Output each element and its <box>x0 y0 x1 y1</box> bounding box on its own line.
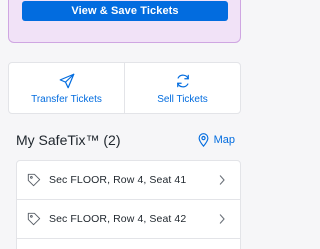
ticket-row[interactable]: Sec FLOOR, Row 4, Seat 41 <box>17 161 240 200</box>
sell-tickets-button[interactable]: Sell Tickets <box>124 63 240 113</box>
ticket-seat-label: Sec FLOOR, Row 4, Seat 41 <box>49 174 187 186</box>
map-pin-icon <box>198 133 209 147</box>
safetix-header: My SafeTix™ (2) Map <box>16 130 241 150</box>
view-save-tickets-button[interactable]: View & Save Tickets <box>22 1 228 21</box>
ticket-seat-label: Sec FLOOR, Row 4, Seat 42 <box>49 213 187 225</box>
paper-plane-icon <box>59 73 74 88</box>
ticket-actions-card: Transfer Tickets Sell Tickets <box>8 62 241 114</box>
map-link[interactable]: Map <box>198 133 241 147</box>
transfer-tickets-button[interactable]: Transfer Tickets <box>9 63 124 113</box>
refresh-icon <box>176 74 189 87</box>
transfer-tickets-label: Transfer Tickets <box>31 93 102 105</box>
chevron-right-icon <box>219 214 225 224</box>
safetix-count: (2) <box>103 132 121 148</box>
safetix-title-text: My SafeTix™ <box>16 132 100 148</box>
chevron-right-icon <box>219 175 225 185</box>
ticket-row[interactable]: Sec FLOOR, Row 4, Seat 42 <box>17 200 240 239</box>
promo-card: View & Save Tickets <box>8 0 241 43</box>
map-link-label: Map <box>213 134 235 146</box>
sell-tickets-label: Sell Tickets <box>157 93 208 105</box>
safetix-title: My SafeTix™ (2) <box>16 132 121 148</box>
ticket-tag-icon <box>27 173 41 187</box>
ticket-list: Sec FLOOR, Row 4, Seat 41 Sec FLOOR, Row… <box>16 160 241 249</box>
ticket-tag-icon <box>27 212 41 226</box>
